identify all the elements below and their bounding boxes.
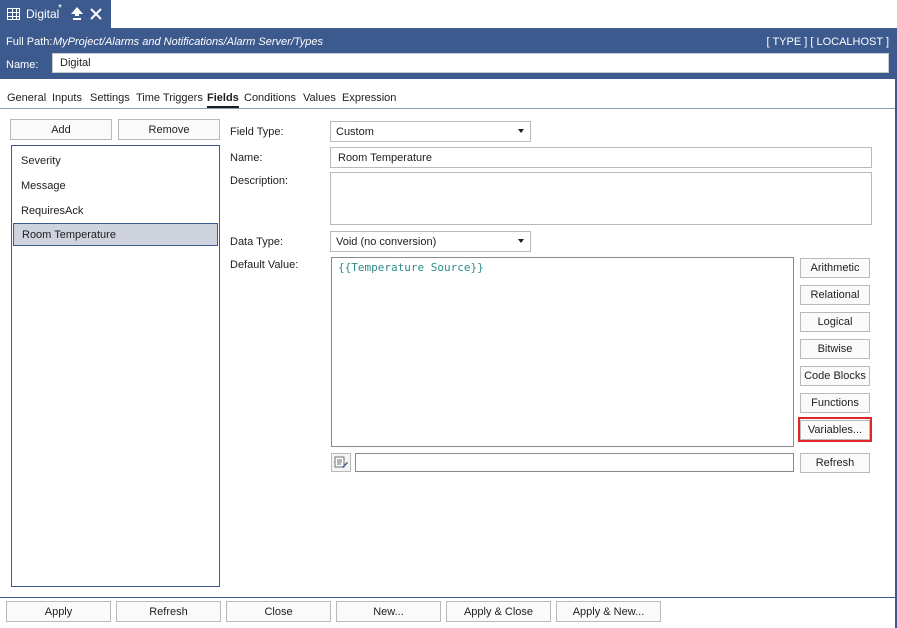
list-item-selected[interactable]: Room Temperature xyxy=(13,223,218,246)
modified-indicator: * xyxy=(58,3,62,14)
name-label: Name: xyxy=(6,59,39,71)
full-path-value: MyProject/Alarms and Notifications/Alarm… xyxy=(53,36,323,48)
tab-expression[interactable]: Expression xyxy=(342,92,396,104)
data-type-value: Void (no conversion) xyxy=(336,236,437,248)
data-type-label: Data Type: xyxy=(230,236,283,248)
variables-highlight-box xyxy=(798,417,872,442)
logical-button[interactable]: Logical xyxy=(800,312,870,332)
apply-button[interactable]: Apply xyxy=(6,601,111,622)
field-list: Severity Message RequiresAck Room Temper… xyxy=(11,145,220,587)
expression-input[interactable] xyxy=(355,453,794,472)
tab-values[interactable]: Values xyxy=(303,92,336,104)
pin-up-icon[interactable] xyxy=(70,6,84,22)
tab-general[interactable]: General xyxy=(7,92,46,104)
tab-conditions[interactable]: Conditions xyxy=(244,92,296,104)
apply-close-button[interactable]: Apply & Close xyxy=(446,601,551,622)
name-field[interactable]: Digital xyxy=(52,53,889,73)
new-button[interactable]: New... xyxy=(336,601,441,622)
apply-new-button[interactable]: Apply & New... xyxy=(556,601,661,622)
data-type-dropdown[interactable]: Void (no conversion) xyxy=(330,231,531,252)
section-tabs: General Inputs Settings Time Triggers Fi… xyxy=(0,79,897,109)
tab-strip xyxy=(0,0,897,28)
remove-field-button[interactable]: Remove xyxy=(118,119,220,140)
add-field-button[interactable]: Add xyxy=(10,119,112,140)
relational-button[interactable]: Relational xyxy=(800,285,870,305)
list-item[interactable]: Severity xyxy=(13,150,218,173)
default-value-editor[interactable]: {{Temperature Source}} xyxy=(331,257,794,447)
document-tab-title: Digital xyxy=(26,7,60,21)
document-tab[interactable]: Digital * xyxy=(0,0,111,28)
description-input[interactable] xyxy=(330,172,872,225)
document-header: Full Path: MyProject/Alarms and Notifica… xyxy=(0,28,897,79)
list-item[interactable]: RequiresAck xyxy=(13,200,218,223)
close-icon[interactable] xyxy=(89,6,103,22)
bitwise-button[interactable]: Bitwise xyxy=(800,339,870,359)
field-type-label: Field Type: xyxy=(230,126,284,138)
refresh-button[interactable]: Refresh xyxy=(116,601,221,622)
list-item[interactable]: Message xyxy=(13,175,218,198)
arithmetic-button[interactable]: Arithmetic xyxy=(800,258,870,278)
tab-time-triggers[interactable]: Time Triggers xyxy=(136,92,203,104)
default-value-label: Default Value: xyxy=(230,259,299,271)
full-path-label: Full Path: xyxy=(6,36,53,48)
field-type-value: Custom xyxy=(336,126,374,138)
refresh-expression-button[interactable]: Refresh xyxy=(800,453,870,473)
tab-settings[interactable]: Settings xyxy=(90,92,130,104)
description-label: Description: xyxy=(230,175,289,187)
chevron-down-icon xyxy=(518,239,524,243)
close-button[interactable]: Close xyxy=(226,601,331,622)
field-name-input[interactable]: Room Temperature xyxy=(330,147,872,168)
name-field-label: Name: xyxy=(230,152,263,164)
tab-inputs[interactable]: Inputs xyxy=(52,92,82,104)
functions-button[interactable]: Functions xyxy=(800,393,870,413)
edit-expression-button[interactable] xyxy=(331,453,351,472)
code-blocks-button[interactable]: Code Blocks xyxy=(800,366,870,386)
chevron-down-icon xyxy=(518,129,524,133)
field-type-dropdown[interactable]: Custom xyxy=(330,121,531,142)
tab-fields[interactable]: Fields xyxy=(207,92,239,108)
edit-script-icon xyxy=(334,456,348,468)
type-tag: [ TYPE ] [ LOCALHOST ] xyxy=(766,36,889,48)
table-grid-icon xyxy=(7,8,20,20)
